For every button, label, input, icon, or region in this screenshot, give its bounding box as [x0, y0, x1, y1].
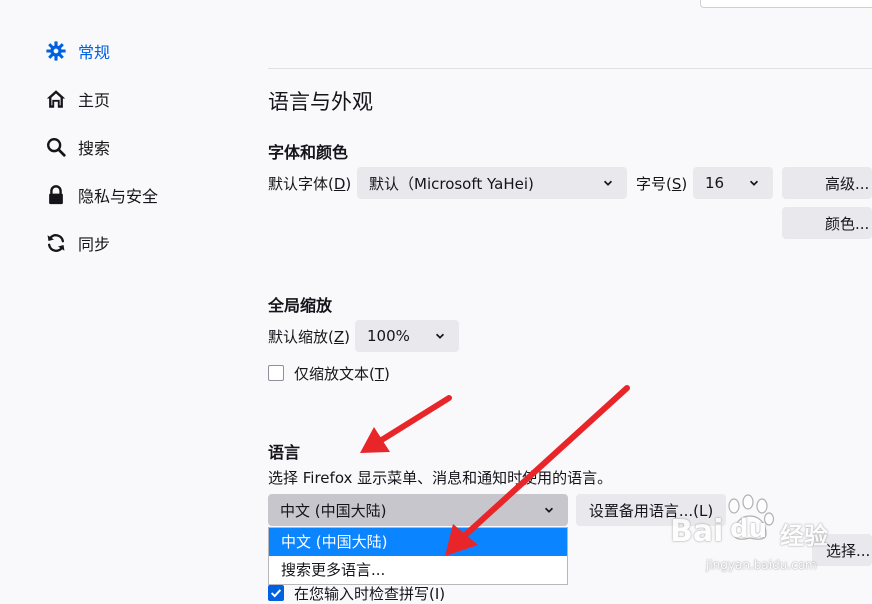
- spellcheck-checkbox[interactable]: [268, 585, 284, 601]
- sidebar-item-general[interactable]: 常规: [44, 36, 110, 66]
- sidebar: 常规 主页 搜索 隐私与安全 同步: [0, 0, 240, 595]
- fonts-heading: 字体和颜色: [268, 143, 349, 162]
- language-heading: 语言: [268, 443, 301, 462]
- default-zoom-label: 默认缩放(Z): [268, 326, 350, 347]
- label-text: 默认缩放(: [268, 328, 334, 346]
- access-key: S: [671, 175, 682, 193]
- default-zoom-value: 100%: [367, 327, 410, 345]
- paw-logo-icon: [728, 494, 775, 540]
- sidebar-item-label: 常规: [78, 43, 111, 62]
- arrow-line: [377, 395, 452, 444]
- zoom-heading: 全局缩放: [268, 296, 333, 315]
- label-text: 默认字体(: [268, 175, 334, 193]
- label-text: ): [344, 328, 350, 346]
- font-size-value: 16: [705, 174, 725, 192]
- zoom-text-only-checkbox[interactable]: [268, 365, 284, 381]
- access-key: Z: [333, 328, 345, 346]
- sidebar-item-home[interactable]: 主页: [44, 84, 110, 114]
- label-text: 字号(: [636, 175, 672, 193]
- spellcheck-label: 在您输入时检查拼写(I): [294, 585, 446, 603]
- alternative-languages-button[interactable]: 设置备用语言...(L): [576, 494, 726, 526]
- choose-button[interactable]: 选择...: [812, 534, 872, 566]
- default-font-value: 默认（Microsoft YaHei): [369, 174, 534, 193]
- chevron-down-icon: [601, 176, 615, 190]
- search-field[interactable]: [700, 0, 872, 8]
- watermark-url: jingyan.baidu.com: [706, 558, 817, 572]
- label-text: ): [384, 365, 390, 383]
- sidebar-item-search[interactable]: 搜索: [44, 132, 110, 162]
- chevron-down-icon: [542, 503, 556, 517]
- sidebar-item-label: 搜索: [78, 139, 111, 158]
- advanced-fonts-button[interactable]: 高级...: [782, 167, 872, 199]
- label-text: ): [681, 175, 688, 193]
- font-size-label: 字号(S): [636, 173, 687, 194]
- default-font-label: 默认字体(D): [268, 173, 351, 194]
- font-size-select[interactable]: 16: [693, 167, 773, 199]
- sidebar-item-privacy[interactable]: 隐私与安全: [44, 180, 158, 210]
- zoom-text-only-label: 仅缩放文本(T): [294, 363, 390, 384]
- default-zoom-select[interactable]: 100%: [355, 320, 459, 352]
- watermark-brand-2: du: [730, 514, 768, 544]
- language-select[interactable]: 中文 (中国大陆): [268, 494, 568, 526]
- sidebar-item-label: 同步: [78, 235, 111, 254]
- gear-icon: [44, 39, 68, 63]
- divider: [268, 68, 872, 69]
- page-title: 语言与外观: [268, 90, 373, 114]
- language-value: 中文 (中国大陆): [280, 501, 387, 520]
- language-description: 选择 Firefox 显示菜单、消息和通知时使用的语言。: [268, 469, 613, 487]
- label-text: ): [345, 175, 352, 193]
- chevron-down-icon: [433, 329, 447, 343]
- search-icon: [44, 135, 68, 159]
- default-font-select[interactable]: 默认（Microsoft YaHei): [357, 167, 627, 199]
- language-dropdown: 中文 (中国大陆) 搜索更多语言...: [268, 527, 568, 585]
- sidebar-item-label: 主页: [78, 91, 111, 110]
- access-key: D: [333, 175, 346, 193]
- sidebar-item-label: 隐私与安全: [78, 187, 159, 206]
- sync-icon: [44, 231, 68, 255]
- label-text: 仅缩放文本(: [294, 365, 375, 383]
- colors-button[interactable]: 颜色...: [782, 207, 872, 239]
- access-key: T: [374, 365, 385, 383]
- arrowhead-icon: [360, 427, 390, 453]
- dropdown-option[interactable]: 中文 (中国大陆): [269, 528, 567, 556]
- checkmark-icon: [270, 589, 282, 598]
- chevron-down-icon: [747, 176, 761, 190]
- lock-icon: [44, 183, 68, 207]
- sidebar-item-sync[interactable]: 同步: [44, 228, 110, 258]
- home-icon: [44, 87, 68, 111]
- dropdown-option[interactable]: 搜索更多语言...: [269, 556, 567, 584]
